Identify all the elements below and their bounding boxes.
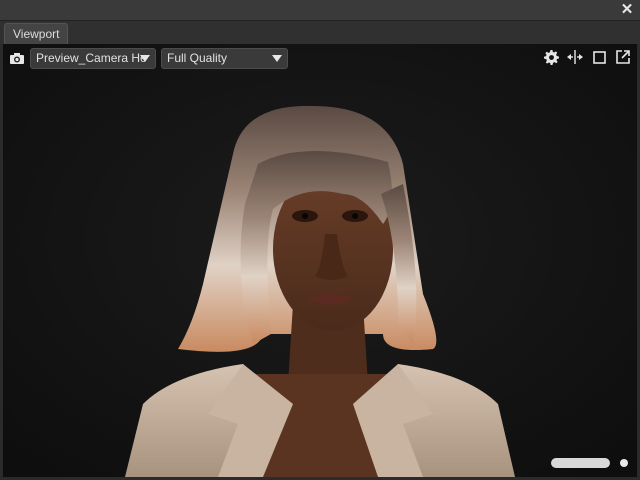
- tab-viewport[interactable]: Viewport: [4, 23, 69, 45]
- character-render: [3, 44, 637, 477]
- close-button[interactable]: ✕: [618, 1, 636, 19]
- camera-select[interactable]: Preview_Camera He: [30, 47, 156, 69]
- chevron-down-icon: [140, 54, 150, 62]
- tab-bar: Viewport: [0, 21, 640, 45]
- viewport-panel[interactable]: Preview_Camera He Full Quality: [3, 44, 637, 477]
- fit-icon[interactable]: [567, 49, 583, 65]
- timeline-scrub-bar[interactable]: [551, 458, 610, 468]
- playback-indicator[interactable]: [620, 459, 628, 467]
- window-title-bar: ✕: [0, 0, 640, 21]
- popout-icon[interactable]: [615, 49, 631, 65]
- camera-select-value: Preview_Camera He: [36, 50, 147, 65]
- viewport-toolbar-left: Preview_Camera He Full Quality: [9, 47, 288, 69]
- viewport-toolbar-right: [543, 49, 631, 65]
- maximize-icon[interactable]: [591, 49, 607, 65]
- gear-icon[interactable]: [543, 49, 559, 65]
- camera-icon[interactable]: [9, 51, 25, 65]
- quality-select-value: Full Quality: [167, 50, 228, 65]
- quality-select[interactable]: Full Quality: [161, 47, 288, 69]
- chevron-down-icon: [272, 54, 282, 62]
